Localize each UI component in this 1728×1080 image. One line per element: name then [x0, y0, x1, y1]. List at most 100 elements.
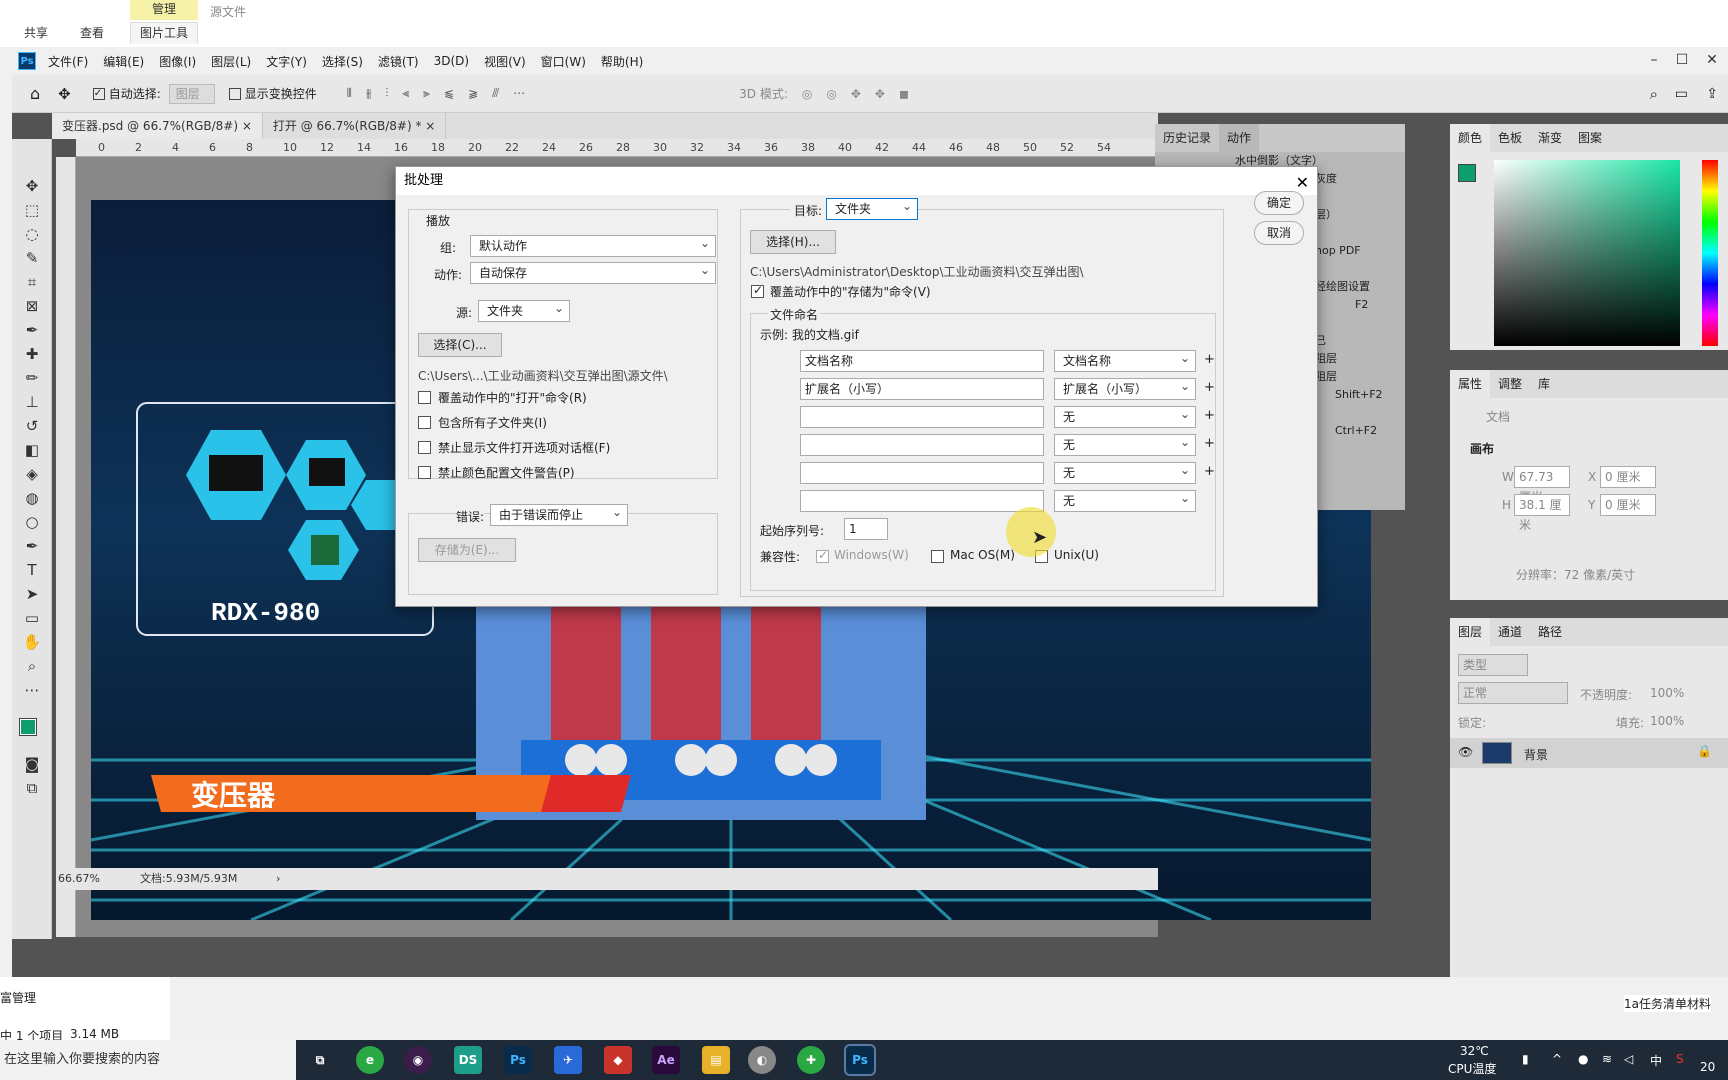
app-icon[interactable]: ◐: [748, 1046, 776, 1074]
naming-field-5[interactable]: [800, 462, 1044, 484]
x-field[interactable]: 0 厘米: [1600, 466, 1656, 488]
list-item[interactable]: 阻层: [1315, 350, 1383, 368]
list-item[interactable]: 灰度: [1315, 170, 1383, 188]
naming-field-2[interactable]: 扩展名（小写）: [800, 378, 1044, 400]
close-icon[interactable]: ✕: [1700, 51, 1724, 71]
close-icon[interactable]: ×: [425, 119, 435, 133]
layer-name[interactable]: 背景: [1524, 746, 1548, 763]
pen-tool-icon[interactable]: ✒: [20, 535, 44, 557]
tab-libraries[interactable]: 库: [1530, 370, 1558, 398]
menu-window[interactable]: 窗口(W): [541, 53, 586, 70]
tab-patterns[interactable]: 图案: [1570, 124, 1610, 152]
dest-select[interactable]: 文件夹: [826, 196, 918, 220]
naming-select-2[interactable]: 扩展名（小写）: [1054, 376, 1196, 400]
y-field[interactable]: 0 厘米: [1600, 494, 1656, 516]
height-field[interactable]: 38.1 厘米: [1514, 494, 1570, 532]
path-select-tool-icon[interactable]: ➤: [20, 583, 44, 605]
suppress-open-checkbox[interactable]: [418, 441, 431, 454]
naming-select-5[interactable]: 无: [1054, 460, 1196, 484]
override-save-checkbox[interactable]: [751, 283, 764, 298]
move-tool-icon[interactable]: ✥: [58, 85, 71, 103]
3d-mode-icons[interactable]: ◎◎✥✥◼: [802, 87, 923, 101]
align-icons[interactable]: ⫴⫵⫶⫷⫸⫹⫺⫻⋯: [347, 86, 539, 101]
hue-slider[interactable]: [1702, 160, 1718, 346]
tab-actions[interactable]: 动作: [1219, 124, 1260, 152]
camera-app-icon[interactable]: ◉: [404, 1046, 432, 1074]
tab-layers[interactable]: 图层: [1450, 618, 1491, 646]
zoom-tool-icon[interactable]: ⌕: [20, 655, 44, 677]
frame-tool-icon[interactable]: ⊠: [20, 295, 44, 317]
compat-mac-checkbox[interactable]: [931, 550, 944, 563]
home-icon[interactable]: ⌂: [30, 84, 40, 103]
ribbon-tab-manage[interactable]: 管理: [130, 0, 198, 20]
battery-icon[interactable]: ▮: [1522, 1052, 1529, 1066]
tab-swatches[interactable]: 色板: [1490, 124, 1530, 152]
explorer-side-item[interactable]: 1a任务清单材料: [1624, 995, 1711, 1012]
menu-image[interactable]: 图像(I): [159, 53, 196, 70]
auto-select-checkbox[interactable]: ✓: [92, 87, 105, 100]
clock[interactable]: 20: [1700, 1060, 1715, 1074]
shape-tool-icon[interactable]: ▭: [20, 607, 44, 629]
workspace-icon[interactable]: ▭: [1675, 86, 1688, 102]
plus-icon[interactable]: +: [1204, 436, 1215, 451]
plus-icon[interactable]: +: [1204, 380, 1215, 395]
network-icon[interactable]: ≋: [1602, 1052, 1612, 1066]
cancel-button[interactable]: 取消: [1254, 221, 1304, 245]
minimize-icon[interactable]: –: [1642, 51, 1666, 71]
menu-view[interactable]: 视图(V): [484, 53, 526, 70]
ime-indicator[interactable]: 中: [1650, 1052, 1662, 1069]
list-item[interactable]: 层）: [1315, 206, 1383, 224]
eye-icon[interactable]: 👁: [1458, 745, 1473, 759]
zoom-level[interactable]: 66.67%: [58, 868, 100, 890]
nav-item[interactable]: 富管理: [0, 989, 36, 1006]
blend-mode-select[interactable]: 正常: [1458, 682, 1568, 704]
list-item[interactable]: 已: [1315, 332, 1383, 350]
choose-source-button[interactable]: 选择(C)...: [418, 333, 502, 357]
show-transform-checkbox[interactable]: [228, 87, 241, 100]
doc-tab-open[interactable]: 打开 @ 66.7%(RGB/8#) * ×: [263, 113, 447, 139]
foreground-color-swatch[interactable]: [19, 718, 37, 736]
more-tools-icon[interactable]: ⋯: [20, 679, 44, 701]
file-explorer-icon[interactable]: ▤: [702, 1046, 730, 1074]
eyedropper-tool-icon[interactable]: ✒: [20, 319, 44, 341]
include-subfolders-checkbox[interactable]: [418, 416, 431, 429]
tab-adjustments[interactable]: 调整: [1490, 370, 1530, 398]
menu-layer[interactable]: 图层(L): [211, 53, 251, 70]
naming-select-4[interactable]: 无: [1054, 432, 1196, 456]
suppress-color-checkbox[interactable]: [418, 466, 431, 479]
chevron-up-icon[interactable]: ^: [1552, 1052, 1562, 1066]
naming-field-4[interactable]: [800, 434, 1044, 456]
quick-mask-icon[interactable]: ◙: [20, 753, 44, 775]
ribbon-tab-share[interactable]: 共享: [24, 24, 48, 41]
start-serial-field[interactable]: 1: [844, 518, 888, 540]
taskbar-search[interactable]: 在这里输入你要搜索的内容: [0, 1040, 296, 1080]
app-icon[interactable]: ◆: [604, 1046, 632, 1074]
naming-select-6[interactable]: 无: [1054, 488, 1196, 512]
list-item[interactable]: Shift+F2: [1335, 386, 1383, 404]
ok-button[interactable]: 确定: [1254, 191, 1304, 215]
auto-select-target-select[interactable]: 图层: [168, 83, 215, 104]
healing-tool-icon[interactable]: ✚: [20, 343, 44, 365]
close-icon[interactable]: ×: [242, 119, 252, 133]
naming-select-3[interactable]: 无: [1054, 404, 1196, 428]
hand-tool-icon[interactable]: ✋: [20, 631, 44, 653]
lasso-tool-icon[interactable]: ◌: [20, 223, 44, 245]
stamp-tool-icon[interactable]: ⊥: [20, 391, 44, 413]
menu-3d[interactable]: 3D(D): [434, 54, 469, 68]
ribbon-tab-view[interactable]: 查看: [80, 24, 104, 41]
tab-color[interactable]: 颜色: [1450, 124, 1491, 152]
tab-properties[interactable]: 属性: [1450, 370, 1491, 398]
action-select[interactable]: 自动保存: [470, 260, 716, 284]
move-tool-icon[interactable]: ✥: [20, 175, 44, 197]
task-view-icon[interactable]: ⧉: [306, 1046, 334, 1074]
history-brush-tool-icon[interactable]: ↺: [20, 415, 44, 437]
list-item[interactable]: F2: [1355, 296, 1383, 314]
type-tool-icon[interactable]: T: [20, 559, 44, 581]
naming-field-6[interactable]: [800, 490, 1044, 512]
tab-gradients[interactable]: 渐变: [1530, 124, 1570, 152]
volume-icon[interactable]: ◁: [1624, 1052, 1633, 1066]
save-as-button[interactable]: 存储为(E)...: [418, 538, 516, 562]
list-item[interactable]: hop PDF: [1315, 242, 1383, 260]
source-select[interactable]: 文件夹: [478, 298, 570, 322]
doc-tab-transformer[interactable]: 变压器.psd @ 66.7%(RGB/8#) ×: [52, 113, 263, 139]
